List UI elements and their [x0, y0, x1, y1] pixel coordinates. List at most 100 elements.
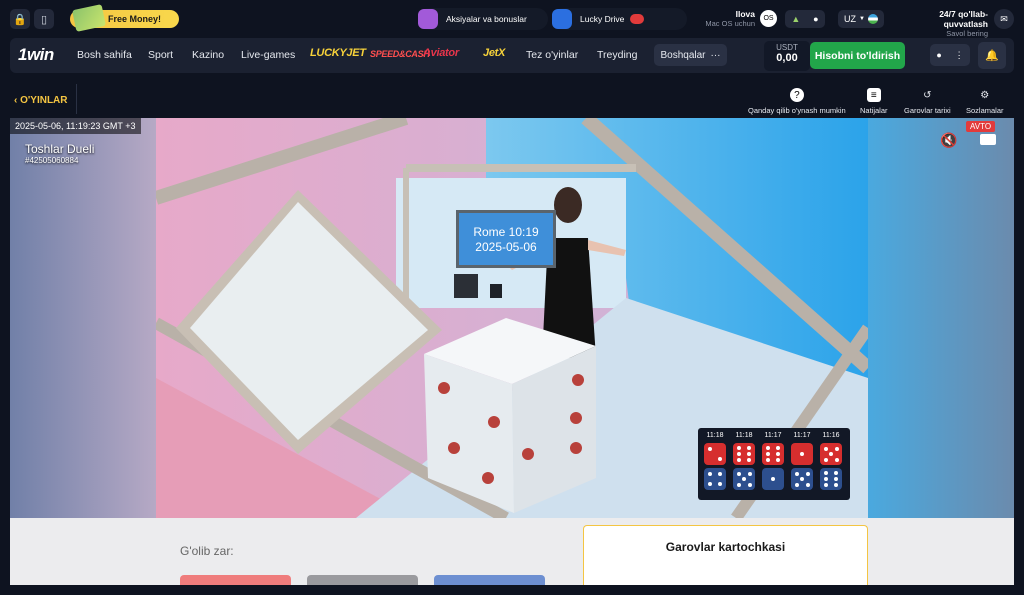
- lock-icon[interactable]: 🔒: [10, 9, 30, 29]
- settings-label: Sozlamalar: [966, 106, 1004, 115]
- history-column: 11:17: [789, 432, 815, 493]
- app-subtitle: Mac OS uchun: [705, 19, 755, 28]
- betting-area: G'olib zar: Garovlar kartochkasi: [10, 518, 1014, 585]
- die-pip: [736, 471, 741, 476]
- blue-die-icon: [762, 468, 784, 490]
- live-stream[interactable]: Rome 10:19 2025-05-06 2025-05-06, 11:19:…: [10, 118, 1014, 518]
- die-pip: [737, 458, 742, 463]
- die-pip: [833, 470, 838, 475]
- ellipsis-icon: ···: [710, 49, 721, 61]
- nav-item-sport[interactable]: Sport: [148, 49, 173, 61]
- logo[interactable]: 1win: [18, 45, 54, 65]
- die-pip: [824, 470, 829, 475]
- chat-icon[interactable]: ✉: [994, 9, 1014, 29]
- support-block[interactable]: 24/7 qo'llab-quvvatlash Savol bering: [896, 9, 988, 38]
- how-to-play-label: Qanday qilib o'ynash mumkin: [748, 106, 846, 115]
- app-download[interactable]: Ilova Mac OS uchun: [700, 9, 755, 28]
- support-subtitle: Savol bering: [946, 29, 988, 38]
- nav-item-trading[interactable]: Treyding: [597, 49, 637, 61]
- bet-draw-button[interactable]: [307, 575, 418, 585]
- apple-icon[interactable]: ●: [813, 14, 818, 24]
- kebab-icon: ⋮: [954, 49, 964, 60]
- deposit-button[interactable]: Hisobni to'ldirish: [810, 42, 905, 69]
- game-toolbar: ‹ O'YINLAR ? Qanday qilib o'ynash mumkin …: [10, 84, 1014, 118]
- app-title: Ilova: [735, 9, 755, 19]
- red-die-icon: [704, 443, 726, 465]
- bet-history-button[interactable]: ↺ Garovlar tarixi: [904, 88, 951, 116]
- blue-die-icon: [733, 468, 755, 490]
- macos-icon[interactable]: OS: [760, 10, 777, 27]
- currency-label: USDT: [776, 43, 798, 52]
- balance-box[interactable]: USDT 0,00: [764, 41, 810, 71]
- nav-item-speed-cash[interactable]: SPEED&CASH: [370, 49, 430, 59]
- nav-item-casino[interactable]: Kazino: [192, 49, 224, 61]
- android-apple-icons[interactable]: ▲ ●: [785, 10, 825, 28]
- history-icon: ↺: [923, 89, 932, 101]
- android-icon[interactable]: ▲: [791, 14, 800, 24]
- red-die-icon: [791, 443, 813, 465]
- die-pip: [747, 471, 752, 476]
- free-money-label: Free Money!: [108, 14, 162, 24]
- bet-red-button[interactable]: [180, 575, 291, 585]
- free-money-button[interactable]: Free Money!: [70, 4, 179, 32]
- die-pip: [800, 452, 804, 456]
- more-button[interactable]: Boshqalar ···: [654, 44, 727, 66]
- results-icon: ≡: [866, 88, 881, 102]
- live-badge-icon: [630, 14, 645, 24]
- die-pip: [775, 452, 780, 456]
- game-id: #42505060884: [25, 156, 79, 165]
- how-to-play-button[interactable]: ? Qanday qilib o'ynash mumkin: [748, 88, 846, 115]
- die-pip: [708, 472, 713, 477]
- history-time: 11:16: [822, 432, 840, 439]
- red-die-icon: [820, 443, 842, 465]
- game-title: Toshlar Dueli: [25, 142, 95, 156]
- blue-die-icon: [820, 468, 842, 490]
- nav-item-home[interactable]: Bosh sahifa: [77, 49, 132, 61]
- bet-blue-button[interactable]: [434, 575, 545, 585]
- results-button[interactable]: ≡ Natijalar: [860, 88, 888, 115]
- results-label: Natijalar: [860, 106, 888, 115]
- bet-history-label: Garovlar tarixi: [904, 106, 951, 115]
- profile-menu[interactable]: ● ⋮: [930, 44, 970, 66]
- bell-icon[interactable]: 🔔: [978, 42, 1006, 69]
- bet-card-title: Garovlar kartochkasi: [665, 540, 786, 554]
- die-pip: [833, 483, 838, 488]
- nav-item-fast-games[interactable]: Tez o'yinlar: [526, 49, 578, 61]
- video-camera-icon[interactable]: [980, 134, 996, 145]
- die-pip: [708, 481, 713, 486]
- history-column: 11:17: [760, 432, 786, 493]
- back-to-games[interactable]: ‹ O'YINLAR: [14, 95, 68, 106]
- chevron-down-icon: ▼: [859, 16, 865, 22]
- nav-item-lucky-jet[interactable]: LUCKYJET: [310, 47, 366, 59]
- nav-item-aviator[interactable]: Aviator: [423, 47, 459, 59]
- uz-flag-icon: [867, 14, 878, 24]
- cash-icon: [72, 4, 106, 32]
- history-time: 11:18: [735, 432, 753, 439]
- die-pip: [746, 452, 751, 456]
- settings-button[interactable]: ⚙ Sozlamalar: [966, 88, 1004, 116]
- history-column: 11:18: [731, 432, 757, 493]
- auto-quality-badge[interactable]: AVTO: [966, 121, 996, 132]
- gear-icon: ⚙: [980, 89, 990, 101]
- main-nav: 1win Bosh sahifa Sport Kazino Live-games…: [10, 38, 1014, 73]
- die-pip: [794, 471, 799, 476]
- lucky-drive-label: Lucky Drive: [580, 14, 625, 24]
- mobile-icon[interactable]: ▯: [34, 9, 54, 29]
- nav-item-jetx[interactable]: JetX: [483, 47, 505, 59]
- top-bar: 🔒 ▯ Free Money! Aksiyalar va bonuslar Lu…: [0, 0, 1024, 38]
- die-pip: [823, 457, 828, 462]
- chevron-left-icon: ‹: [14, 95, 18, 106]
- mute-icon[interactable]: 🔇: [940, 132, 957, 149]
- studio-screen: Rome 10:19 2025-05-06: [456, 210, 556, 268]
- language-select[interactable]: UZ ▼: [838, 10, 884, 28]
- bonuses-button[interactable]: Aksiyalar va bonuslar: [418, 8, 548, 30]
- die-pip: [833, 477, 838, 481]
- die-pip: [800, 477, 804, 481]
- lucky-drive-button[interactable]: Lucky Drive: [552, 8, 687, 30]
- die-pip: [775, 445, 780, 450]
- stream-blur-left: [10, 118, 156, 518]
- history-column: 11:16: [818, 432, 844, 493]
- nav-item-live-games[interactable]: Live-games: [241, 49, 295, 61]
- die-pip: [766, 452, 771, 456]
- die-pip: [824, 477, 829, 481]
